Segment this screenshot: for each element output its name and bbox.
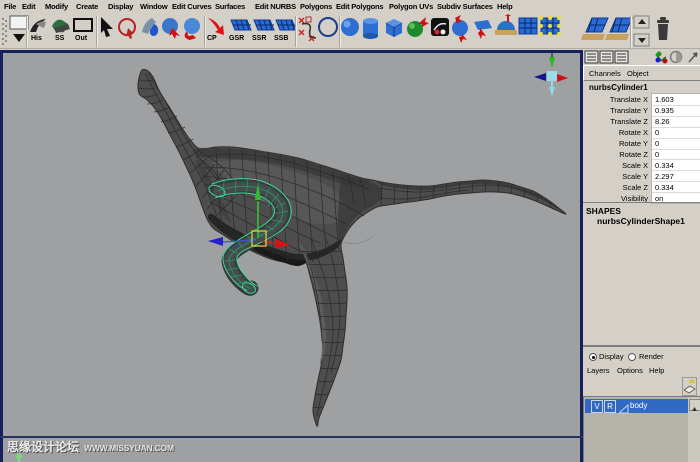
svg-text:CP: CP <box>207 35 217 42</box>
svg-text:SSB: SSB <box>274 35 288 42</box>
svg-text:SS: SS <box>55 35 65 42</box>
svg-text:His: His <box>31 35 42 42</box>
svg-text:Out: Out <box>75 35 88 42</box>
svg-text:GSR: GSR <box>229 35 244 42</box>
svg-text:SSR: SSR <box>252 35 266 42</box>
